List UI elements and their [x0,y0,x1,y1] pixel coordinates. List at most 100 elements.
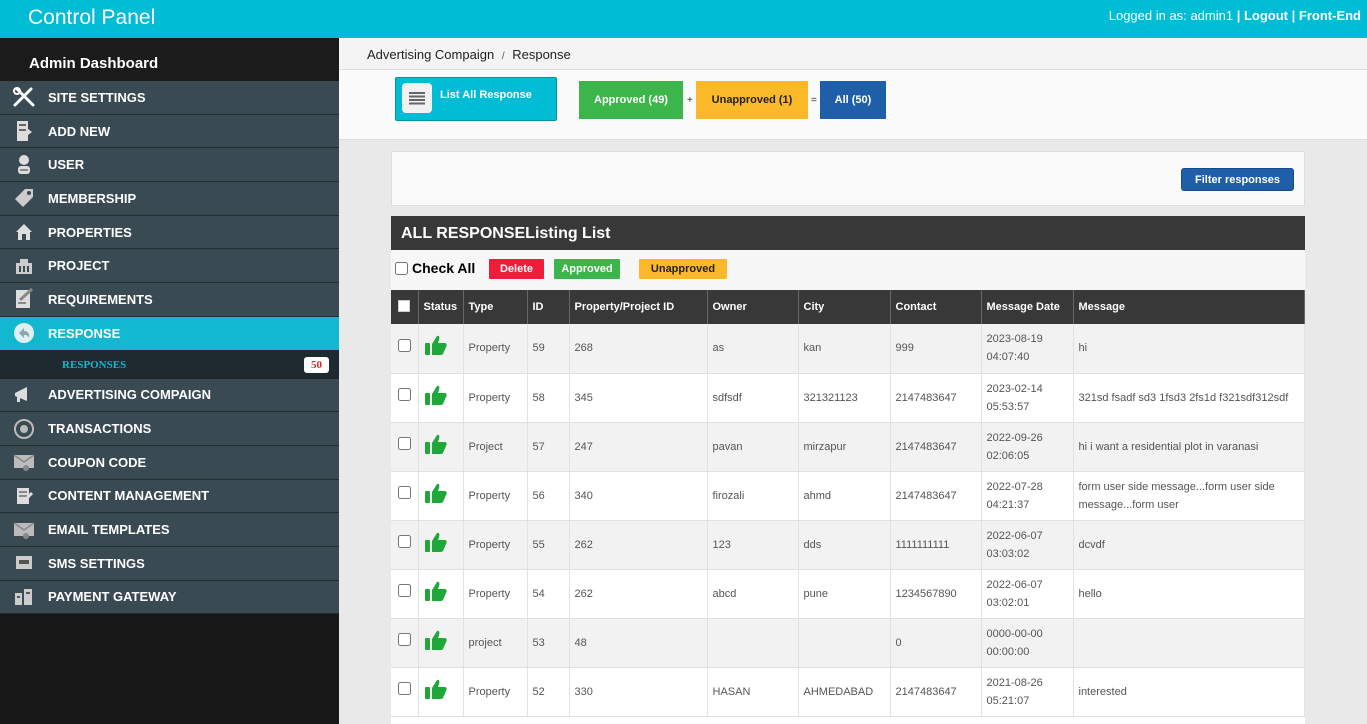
col-message[interactable]: Message [1073,290,1305,324]
sidebar-item-sms-settings[interactable]: SMS SETTINGS [0,546,339,581]
row-select-cell [391,324,419,374]
sidebar-item-properties[interactable]: PROPERTIES [0,215,339,250]
col-id[interactable]: ID [527,290,570,324]
add-page-icon [0,120,48,142]
transactions-icon [0,418,48,440]
header-select-all[interactable] [391,290,419,324]
row-select-cell [391,373,419,423]
col-property-project-id[interactable]: Property/Project ID [569,290,708,324]
all-filter-button[interactable]: All (50) [820,81,886,119]
contact-cell: 0 [890,618,982,668]
row-checkbox[interactable] [397,338,411,352]
table-row[interactable]: project 53 48 0 0000-00-00 00:00:00 [391,618,1305,668]
sidebar-item-membership[interactable]: MEMBERSHIP [0,182,339,216]
approve-button[interactable]: Approved [554,259,620,279]
unapproved-filter-button[interactable]: Unapproved (1) [696,81,808,119]
sidebar-item-coupon-code[interactable]: COUPON CODE [0,445,339,480]
list-all-response-button[interactable]: List All Response [395,77,557,121]
sidebar-item-label: SMS SETTINGS [48,555,145,571]
message-cell: dcvdf [1073,520,1305,570]
table-row[interactable]: Project 57 247 pavan mirzapur 2147483647… [391,422,1305,472]
delete-button[interactable]: Delete [489,259,544,279]
unapprove-button[interactable]: Unapproved [639,259,727,279]
approved-filter-button[interactable]: Approved (49) [579,81,683,119]
main-content: Advertising Compaign / Response List All… [339,38,1367,724]
row-checkbox[interactable] [397,535,411,548]
owner-cell: sdfsdf [707,373,799,423]
row-checkbox[interactable] [397,584,411,597]
sidebar-item-label: USER [48,157,85,173]
status-cell [418,667,464,717]
col-status[interactable]: Status [418,290,464,324]
filter-responses-button[interactable]: Filter responses [1181,168,1294,191]
thumbs-up-icon[interactable] [424,580,448,608]
sidebar-item-user[interactable]: USER [0,148,339,183]
logout-link[interactable]: Logout [1244,8,1288,23]
user-icon [0,154,48,176]
thumbs-up-icon[interactable] [424,482,448,510]
sidebar-item-advertising-compaign[interactable]: ADVERTISING COMPAIGN [0,378,339,413]
sidebar-item-project[interactable]: PROJECT [0,249,339,284]
thumbs-up-icon[interactable] [424,678,448,706]
row-checkbox[interactable] [397,486,411,499]
col-city[interactable]: City [798,290,891,324]
row-checkbox[interactable] [397,682,411,695]
list-icon [402,83,432,113]
sidebar-item-label: TRANSACTIONS [48,421,152,437]
owner-cell: as [707,324,799,374]
thumbs-up-icon[interactable] [424,433,448,461]
megaphone-icon [0,385,48,405]
thumbs-up-icon[interactable] [424,531,448,559]
message-time: 04:07:40 [986,351,1030,364]
list-all-label: List All Response [440,89,532,101]
sidebar-item-label: CONTENT MANAGEMENT [48,488,210,504]
thumbs-up-icon[interactable] [424,384,448,412]
sidebar-item-site-settings[interactable]: SITE SETTINGS [0,81,339,115]
sidebar-item-label: ADVERTISING COMPAIGN [48,387,211,403]
subitem-label: RESPONSES [62,358,127,371]
breadcrumb-first[interactable]: Advertising Compaign [367,47,494,62]
tag-icon [0,187,48,209]
sidebar-item-payment-gateway[interactable]: PAYMENT GATEWAY [0,580,339,615]
check-all-checkbox[interactable] [395,261,408,275]
thumbs-up-icon[interactable] [424,334,448,362]
message-date-cell: 2022-06-07 03:03:02 [981,520,1074,570]
sidebar-item-email-templates[interactable]: EMAIL TEMPLATES [0,513,339,547]
row-checkbox[interactable] [397,388,411,401]
login-info: Logged in as: admin1 | Logout | Front-En… [1109,8,1361,23]
contact-cell: 1234567890 [890,569,982,619]
thumbs-up-icon[interactable] [424,629,448,657]
sidebar-item-response[interactable]: RESPONSE [0,316,339,351]
sidebar-item-add-new[interactable]: ADD NEW [0,114,339,149]
id-cell: 52 [527,667,570,717]
col-type[interactable]: Type [463,290,528,324]
table-row[interactable]: Property 52 330 HASAN AHMEDABAD 21474836… [391,667,1305,717]
table-row[interactable]: Property 55 262 123 dds 1111111111 2022-… [391,520,1305,570]
row-checkbox[interactable] [397,437,411,450]
table-row[interactable]: Property 59 268 as kan 999 2023-08-19 04:… [391,324,1305,374]
col-message-date[interactable]: Message Date [981,290,1074,324]
sidebar-item-content-management[interactable]: CONTENT MANAGEMENT [0,479,339,514]
message-cell: hello [1073,569,1305,619]
id-cell: 55 [527,520,570,570]
table-row[interactable]: Property 54 262 abcd pune 1234567890 202… [391,569,1305,619]
table-row[interactable]: Property 58 345 sdfsdf 321321123 2147483… [391,373,1305,423]
message-time: 00:00:00 [986,645,1030,658]
type-cell: Property [463,471,528,521]
table-row[interactable]: Property 56 340 firozali ahmd 2147483647… [391,471,1305,521]
col-owner[interactable]: Owner [707,290,799,324]
sidebar-subitem-responses[interactable]: RESPONSES 50 [0,350,339,379]
dashboard-title[interactable]: Admin Dashboard [0,38,339,81]
sidebar-item-transactions[interactable]: TRANSACTIONS [0,412,339,446]
message-time: 03:02:01 [986,596,1030,609]
message-date: 0000-00-00 [986,627,1043,640]
check-all-control[interactable]: Check All [395,260,475,276]
sidebar-item-label: MEMBERSHIP [48,190,137,206]
table-body: Property 59 268 as kan 999 2023-08-19 04:… [391,324,1305,717]
contact-cell: 2147483647 [890,373,982,423]
frontend-link[interactable]: Front-End [1299,8,1361,23]
type-cell: Property [463,520,528,570]
sidebar-item-requirements[interactable]: REQUIREMENTS [0,283,339,317]
row-checkbox[interactable] [397,633,411,646]
col-contact[interactable]: Contact [890,290,982,324]
